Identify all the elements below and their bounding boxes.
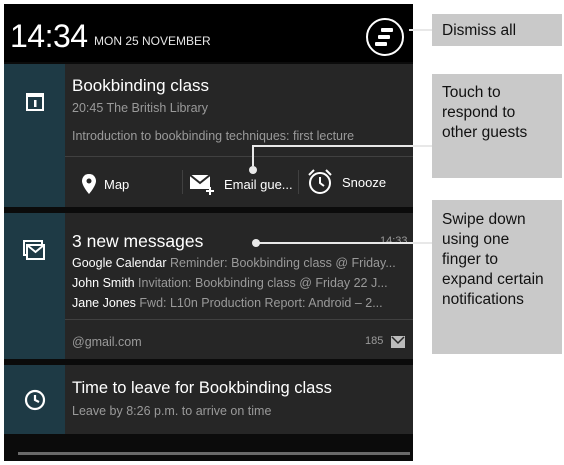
email-guests-action-button[interactable]: Email gue...: [190, 172, 293, 196]
notification-time: 14:33: [380, 235, 408, 247]
dismiss-all-button[interactable]: [366, 18, 404, 56]
message-preview: Invitation: Bookbinding class @ Friday 2…: [138, 276, 388, 290]
message-row[interactable]: Jane Jones Fwd: L10n Production Report: …: [72, 296, 406, 310]
notification-icon-column: [4, 365, 65, 434]
callout-text: Touch to respond to other guests: [442, 84, 528, 141]
callout-anchor-dot: [252, 239, 260, 247]
unread-count: 185: [365, 335, 384, 347]
callout-leader-line: [252, 145, 432, 147]
callout-leader-line: [252, 146, 254, 166]
gmail-small-icon: [391, 336, 405, 348]
snooze-action-button[interactable]: Snooze: [306, 169, 387, 194]
message-row[interactable]: Google Calendar Reminder: Bookbinding cl…: [72, 256, 406, 270]
notification-title: Bookbinding class: [72, 76, 210, 95]
status-bar: 14:34 MON 25 NOVEMBER: [4, 4, 413, 62]
callout-text: Dismiss all: [442, 22, 517, 39]
action-separator: [182, 170, 183, 194]
account-divider: [65, 319, 413, 320]
map-action-label: Map: [104, 176, 130, 192]
actions-divider: [65, 156, 413, 157]
notification-shade: 14:34 MON 25 NOVEMBER Bookbinding class …: [4, 4, 413, 461]
notification-title: Time to leave for Bookbinding class: [72, 379, 332, 397]
dismiss-bar-icon: [378, 35, 390, 39]
alarm-clock-icon: [308, 169, 332, 194]
message-sender: Google Calendar: [72, 256, 167, 270]
clock-icon: [24, 389, 46, 411]
message-sender: John Smith: [72, 276, 135, 290]
callout-swipe-down: Swipe down using one finger to expand ce…: [432, 200, 562, 354]
dismiss-bar-icon: [375, 42, 387, 46]
message-preview: Fwd: L10n Production Report: Android – 2…: [139, 296, 383, 310]
callout-leader-line: [258, 242, 432, 244]
clock-time: 14:34: [10, 18, 88, 54]
callout-text: Swipe down using one finger to expand ce…: [442, 211, 544, 308]
notification-icon-column: [4, 213, 65, 359]
account-email: @gmail.com: [72, 335, 142, 349]
message-preview: Reminder: Bookbinding class @ Friday...: [170, 256, 396, 270]
notification-subtitle: 20:45 The British Library: [72, 101, 208, 115]
time-to-leave-notification[interactable]: Time to leave for Bookbinding class Leav…: [4, 365, 413, 434]
notification-icon-column: [4, 64, 65, 207]
map-action-button[interactable]: Map: [82, 172, 129, 196]
notification-subtitle: Leave by 8:26 p.m. to arrive on time: [72, 404, 272, 418]
gmail-icon: [23, 240, 45, 260]
callout-email-guests: Touch to respond to other guests: [432, 74, 562, 178]
message-sender: Jane Jones: [72, 296, 136, 310]
shade-handle[interactable]: [18, 452, 410, 455]
callout-dismiss-all: Dismiss all: [432, 14, 562, 46]
clock-date: MON 25 NOVEMBER: [94, 34, 211, 48]
notification-title: 3 new messages: [72, 231, 204, 251]
action-separator: [298, 170, 299, 194]
calendar-notification[interactable]: Bookbinding class 20:45 The British Libr…: [4, 64, 413, 207]
dismiss-bar-icon: [381, 28, 393, 32]
map-pin-icon: [82, 174, 96, 194]
callout-anchor-dot: [249, 166, 257, 174]
email-guests-action-label: Email gue...: [224, 176, 293, 192]
notification-body: Introduction to bookbinding techniques: …: [72, 129, 355, 143]
email-add-icon: [190, 174, 214, 195]
calendar-icon: [26, 93, 44, 111]
gmail-notification[interactable]: 3 new messages 14:33 Google Calendar Rem…: [4, 213, 413, 359]
callout-leader-line: [409, 29, 432, 31]
snooze-action-label: Snooze: [342, 174, 387, 190]
message-row[interactable]: John Smith Invitation: Bookbinding class…: [72, 276, 406, 290]
